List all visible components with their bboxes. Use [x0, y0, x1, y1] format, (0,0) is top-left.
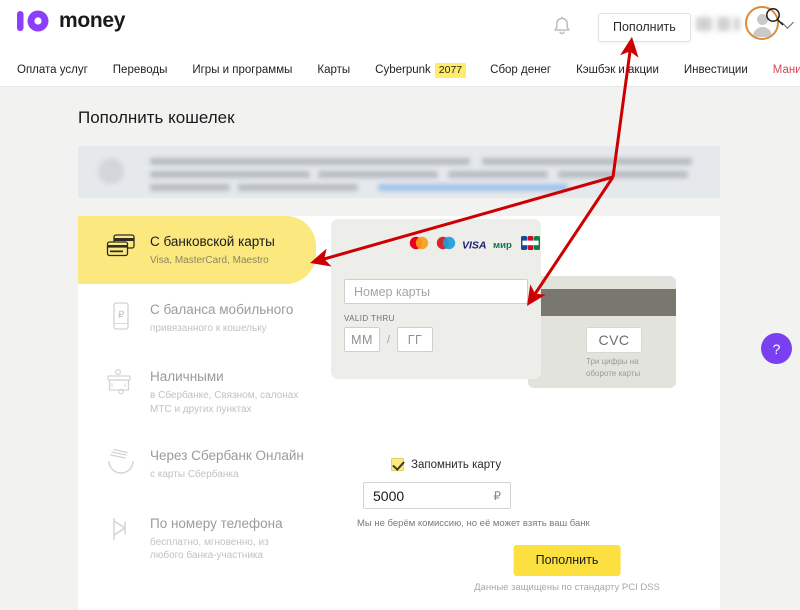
nav-badge-2077: 2077 — [434, 62, 467, 78]
card-payment-form: CVC Три цифры на обороте карты VISA мир … — [328, 216, 720, 610]
nav-label: Оплата услуг — [17, 64, 88, 76]
sberbank-icon — [106, 446, 136, 474]
fee-note: Мы не берём комиссию, но её может взять … — [357, 518, 590, 529]
balance-amount — [696, 17, 740, 31]
expiry-month-input[interactable]: ММ — [344, 327, 380, 352]
header-topup-button[interactable]: Пополнить — [598, 13, 691, 42]
method-bank-card[interactable]: С банковской карты Visa, MasterCard, Mae… — [78, 216, 316, 284]
method-sberbank-online[interactable]: Через Сбербанк Онлайн с карты Сбербанка — [78, 430, 328, 496]
nav-label: Cyberpunk — [375, 64, 431, 76]
topup-content-card: С банковской карты Visa, MasterCard, Mae… — [78, 216, 720, 610]
method-subtitle: Visa, MasterCard, Maestro — [150, 255, 269, 266]
nav-item-0[interactable]: Оплата услуг — [17, 64, 88, 76]
nav-item-7[interactable]: Инвестиции — [684, 64, 748, 76]
nav-item-6[interactable]: Кэшбэк и акции — [576, 64, 659, 76]
promo-banner[interactable] — [78, 146, 720, 198]
method-phone-number[interactable]: По номеру телефона бесплатно, мгновенно,… — [78, 496, 328, 577]
cvc-hint: Три цифры на обороте карты — [586, 357, 641, 378]
help-button[interactable]: ? — [761, 333, 792, 364]
magnetic-stripe — [528, 289, 676, 316]
mobile-phone-icon: ₽ — [106, 300, 136, 330]
svg-text:₽: ₽ — [118, 310, 125, 321]
yoomoney-logo-icon — [17, 10, 51, 32]
valid-thru-label: VALID THRU — [344, 314, 395, 323]
method-title: С баланса мобильного — [150, 301, 294, 317]
checkbox-check-icon — [391, 458, 404, 471]
nav-item-3[interactable]: Карты — [317, 64, 350, 76]
method-title: С банковской карты — [150, 234, 275, 249]
remember-card-checkbox[interactable]: Запомнить карту — [391, 458, 501, 471]
nav-label: Переводы — [112, 64, 168, 76]
expiry-year-input[interactable]: ГГ — [397, 327, 434, 352]
mastercard-logo-icon — [408, 236, 430, 255]
logo-text: money — [59, 9, 126, 32]
nav-label: Сбор денег — [490, 64, 552, 76]
method-mobile-balance[interactable]: ₽ С баланса мобильного привязанного к ко… — [78, 284, 328, 350]
credit-cards-icon — [106, 232, 136, 260]
expiry-group: ММ / ГГ — [344, 327, 434, 352]
page-title: Пополнить кошелек — [78, 108, 235, 127]
remember-card-label: Запомнить карту — [411, 458, 502, 471]
banner-blurred-content — [78, 146, 720, 198]
payment-method-list: С банковской карты Visa, MasterCard, Mae… — [78, 216, 328, 577]
site-header: money Пополнить Оплата услуг Переводы Иг… — [0, 0, 800, 87]
card-front-form: VISA мир Номер карты VALID THRU ММ / ГГ — [331, 219, 541, 379]
nav-item-5[interactable]: Сбор денег — [490, 64, 551, 76]
card-number-input[interactable]: Номер карты — [344, 279, 528, 304]
nav-item-8[interactable]: Манилэндия — [773, 64, 800, 76]
expiry-separator: / — [387, 333, 391, 346]
maestro-logo-icon — [435, 236, 457, 255]
method-title: Через Сбербанк Онлайн — [150, 448, 304, 463]
nav-item-2[interactable]: Игры и программы — [192, 64, 292, 76]
svg-text:VISA: VISA — [462, 239, 487, 250]
nav-label: Игры и программы — [192, 64, 293, 76]
nav-label: Карты — [317, 64, 351, 76]
logo[interactable]: money — [17, 9, 125, 33]
accepted-card-brands: VISA мир — [408, 236, 540, 255]
nav-item-4[interactable]: Cyberpunk 2077 — [375, 62, 467, 78]
svg-text:мир: мир — [493, 240, 512, 250]
method-subtitle: в Сбербанке, Связном, салонах МТС и друг… — [150, 390, 299, 415]
method-subtitle: с карты Сбербанка — [150, 469, 239, 480]
method-title: По номеру телефона — [150, 515, 283, 531]
method-cash[interactable]: Наличными в Сбербанке, Связном, салонах … — [78, 349, 328, 430]
method-title: Наличными — [150, 369, 224, 384]
method-subtitle: бесплатно, мгновенно, из любого банка-уч… — [150, 536, 269, 562]
nav-label: Манилэндия — [772, 64, 800, 76]
card-back-graphic: CVC Три цифры на обороте карты — [528, 276, 676, 388]
jcb-logo-icon — [521, 236, 540, 255]
pci-dss-note: Данные защищены по стандарту PCI DSS — [474, 582, 660, 593]
method-subtitle: привязанного к кошельку — [150, 322, 267, 334]
bell-icon[interactable] — [552, 16, 572, 38]
amount-value: 5000 — [373, 487, 405, 504]
header-divider — [0, 86, 800, 87]
currency-symbol: ₽ — [493, 488, 501, 503]
cvc-field[interactable]: CVC — [586, 327, 642, 353]
nav-item-1[interactable]: Переводы — [113, 64, 168, 76]
search-icon[interactable] — [765, 7, 784, 31]
nav-label: Инвестиции — [683, 64, 748, 76]
nav-label: Кэшбэк и акции — [576, 64, 659, 76]
amount-input[interactable]: 5000 ₽ — [363, 482, 511, 509]
cash-terminal-icon — [106, 367, 136, 395]
question-mark-icon: ? — [772, 340, 781, 357]
mir-logo-icon: мир — [493, 237, 516, 255]
submit-topup-button[interactable]: Пополнить — [513, 545, 621, 576]
main-navigation: Оплата услуг Переводы Игры и программы К… — [0, 54, 800, 86]
visa-logo-icon: VISA — [462, 237, 488, 255]
sbp-icon — [106, 514, 136, 542]
